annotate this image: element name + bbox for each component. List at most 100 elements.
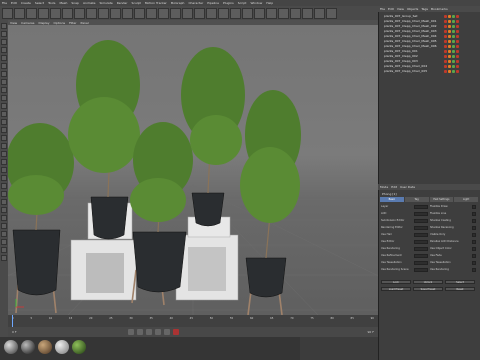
om-menu-edit[interactable]: Edit xyxy=(388,7,394,11)
tag-icon[interactable] xyxy=(444,54,447,58)
tag-icon[interactable] xyxy=(444,39,447,43)
menu-motion-tracker[interactable]: Motion Tracker xyxy=(145,1,167,5)
left-tool-button[interactable] xyxy=(1,183,7,189)
tag-icon[interactable] xyxy=(456,24,459,28)
material-swatch-1[interactable] xyxy=(4,340,18,354)
am-menu-user-data[interactable]: User Data xyxy=(400,185,415,189)
tag-icon[interactable] xyxy=(456,19,459,23)
tag-icon[interactable] xyxy=(448,49,451,53)
field-value[interactable] xyxy=(414,226,428,230)
tag-icon[interactable] xyxy=(452,69,455,73)
toolbar-button[interactable] xyxy=(278,7,289,19)
om-menu-file[interactable]: File xyxy=(380,7,385,11)
object-row[interactable]: plants_007_Clepp_Chair_Mesh_004 xyxy=(381,34,477,38)
left-tool-button[interactable] xyxy=(1,191,7,197)
tab-basic[interactable]: Basic xyxy=(380,197,404,202)
record-button[interactable] xyxy=(173,329,179,335)
field-checkbox[interactable] xyxy=(472,212,476,216)
menu-pipeline[interactable]: Pipeline xyxy=(207,1,219,5)
tag-icon[interactable] xyxy=(444,24,447,28)
toolbar-button[interactable] xyxy=(242,7,253,19)
left-tool-button[interactable] xyxy=(1,31,7,37)
object-row[interactable]: plants_007_Clepp_003 xyxy=(381,59,477,63)
left-tool-button[interactable] xyxy=(1,111,7,117)
current-frame[interactable]: 0 F xyxy=(12,330,17,334)
menu-animate[interactable]: Animate xyxy=(83,1,96,5)
field-value[interactable] xyxy=(414,261,428,265)
tag-icon[interactable] xyxy=(452,49,455,53)
field-value[interactable] xyxy=(414,268,428,272)
tag-icon[interactable] xyxy=(444,69,447,73)
field-value[interactable] xyxy=(414,233,428,237)
tag-icon[interactable] xyxy=(444,49,447,53)
object-row[interactable]: plants_007_Clepp_Chair_Mesh_005 xyxy=(381,39,477,43)
toolbar-button[interactable] xyxy=(74,7,85,19)
tag-icon[interactable] xyxy=(444,19,447,23)
tag-icon[interactable] xyxy=(452,59,455,63)
left-tool-button[interactable] xyxy=(1,207,7,213)
left-tool-button[interactable] xyxy=(1,247,7,253)
object-row[interactable]: plants_007_Clepp_002 xyxy=(381,54,477,58)
tag-icon[interactable] xyxy=(448,29,451,33)
toolbar-button[interactable] xyxy=(254,7,265,19)
viewport-menu-display[interactable]: Display xyxy=(38,21,49,25)
menu-render[interactable]: Render xyxy=(117,1,128,5)
om-menu-tags[interactable]: Tags xyxy=(421,7,428,11)
tag-icon[interactable] xyxy=(448,14,451,18)
menu-character[interactable]: Character xyxy=(188,1,203,5)
toolbar-button[interactable] xyxy=(122,7,133,19)
object-row[interactable]: plants_007_Clepp_001 xyxy=(381,49,477,53)
left-tool-button[interactable] xyxy=(1,119,7,125)
left-tool-button[interactable] xyxy=(1,79,7,85)
left-tool-button[interactable] xyxy=(1,103,7,109)
object-row[interactable]: plants_007_Clepp_Chair_Mesh_002 xyxy=(381,24,477,28)
viewport-menu-panel[interactable]: Panel xyxy=(81,21,89,25)
tag-icon[interactable] xyxy=(456,59,459,63)
tag-icon[interactable] xyxy=(456,64,459,68)
tag-icon[interactable] xyxy=(452,29,455,33)
viewport-menu-filter[interactable]: Filter xyxy=(69,21,76,25)
toolbar-button[interactable] xyxy=(26,7,37,19)
menu-mograph[interactable]: MoGraph xyxy=(171,1,185,5)
material-swatch-3[interactable] xyxy=(38,340,52,354)
field-value[interactable] xyxy=(414,219,428,223)
field-value[interactable] xyxy=(414,240,428,244)
tag-icon[interactable] xyxy=(452,19,455,23)
tag-icon[interactable] xyxy=(448,69,451,73)
3d-viewport[interactable] xyxy=(8,25,378,315)
left-tool-button[interactable] xyxy=(1,55,7,61)
om-menu-bookmarks[interactable]: Bookmarks xyxy=(431,7,448,11)
menu-plugins[interactable]: Plugins xyxy=(223,1,234,5)
tag-icon[interactable] xyxy=(452,54,455,58)
toolbar-button[interactable] xyxy=(98,7,109,19)
tag-icon[interactable] xyxy=(456,39,459,43)
field-checkbox[interactable] xyxy=(472,261,476,265)
tag-icon[interactable] xyxy=(448,54,451,58)
toolbar-button[interactable] xyxy=(314,7,325,19)
menu-help[interactable]: Help xyxy=(266,1,273,5)
left-tool-button[interactable] xyxy=(1,95,7,101)
menu-file[interactable]: File xyxy=(2,1,7,5)
toolbar-button[interactable] xyxy=(50,7,61,19)
field-checkbox[interactable] xyxy=(472,268,476,272)
menu-script[interactable]: Script xyxy=(238,1,247,5)
material-swatch-5[interactable] xyxy=(72,340,86,354)
material-swatch-2[interactable] xyxy=(21,340,35,354)
tag-icon[interactable] xyxy=(444,44,447,48)
object-row[interactable]: plants_007_Clepp_Chair_004 xyxy=(381,64,477,68)
go-start-button[interactable] xyxy=(128,329,134,335)
tag-icon[interactable] xyxy=(452,14,455,18)
go-end-button[interactable] xyxy=(164,329,170,335)
toolbar-button[interactable] xyxy=(158,7,169,19)
tag-icon[interactable] xyxy=(444,64,447,68)
menu-select[interactable]: Select xyxy=(35,1,44,5)
tag-icon[interactable] xyxy=(456,54,459,58)
toolbar-button[interactable] xyxy=(14,7,25,19)
tag-icon[interactable] xyxy=(448,59,451,63)
menu-sculpt[interactable]: Sculpt xyxy=(131,1,140,5)
left-tool-button[interactable] xyxy=(1,231,7,237)
tag-icon[interactable] xyxy=(444,34,447,38)
am-button-lock[interactable]: Lock xyxy=(381,280,411,284)
tag-icon[interactable] xyxy=(456,29,459,33)
toolbar-button[interactable] xyxy=(326,7,337,19)
